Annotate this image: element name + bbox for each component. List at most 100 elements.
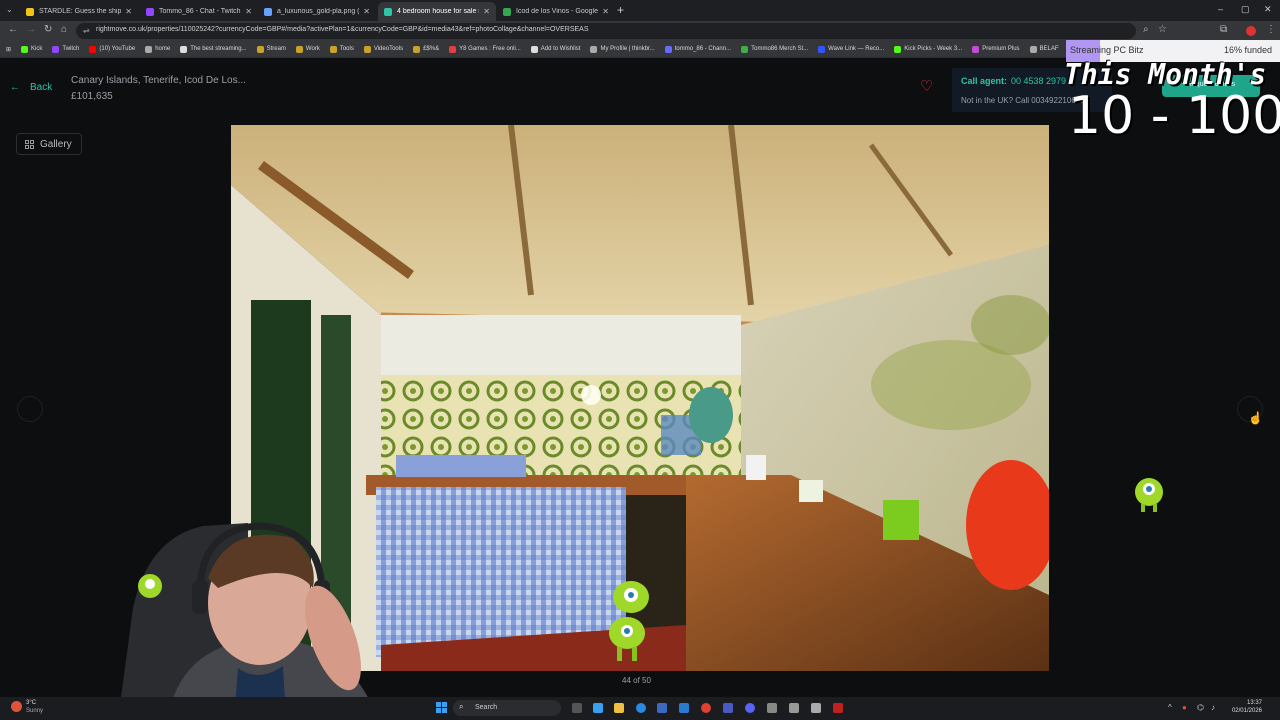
browser-tab[interactable]: 4 bedroom house for sale in Ca ✕ <box>378 2 496 21</box>
bookmark-label: Kick Picks - Week 3... <box>904 46 963 52</box>
task-view-icon[interactable] <box>572 703 582 713</box>
mascot-sticker <box>1132 474 1166 517</box>
browser-tab[interactable]: Icod de los Vinos - Google Ma ✕ <box>497 2 615 21</box>
weather-desc[interactable]: Sunny <box>26 708 43 714</box>
close-window-icon[interactable]: ✕ <box>1264 4 1272 15</box>
gallery-button[interactable]: Gallery <box>16 133 82 155</box>
bookmark-item[interactable]: (10) YouTube <box>89 45 136 53</box>
bookmark-icon <box>363 45 371 53</box>
previous-photo-button[interactable] <box>17 396 43 422</box>
funding-goal-percent: 16% funded <box>1224 45 1273 55</box>
bookmark-item[interactable]: VideoTools <box>363 45 403 53</box>
zoom-icon[interactable]: ⌕ <box>1143 24 1149 35</box>
funding-goal-label: Streaming PC Bitz <box>1070 45 1144 55</box>
minimize-icon[interactable]: – <box>1218 4 1223 14</box>
app-icon[interactable] <box>789 703 799 713</box>
bookmark-icon <box>329 45 337 53</box>
forward-nav-icon[interactable]: → <box>26 24 36 35</box>
browser-tab[interactable]: a_luxurious_gold-pla.png (960×✕ <box>258 2 376 21</box>
bookmark-item[interactable]: Premium Plus <box>972 45 1020 53</box>
bookmark-item[interactable]: Tools <box>329 45 354 53</box>
network-icon[interactable]: ⌬ <box>1197 703 1204 712</box>
edge-icon[interactable] <box>636 703 646 713</box>
site-info-icon[interactable]: ⇌ <box>83 26 90 35</box>
discord-icon[interactable] <box>745 703 755 713</box>
bookmark-item[interactable]: Kick Picks - Week 3... <box>894 45 963 53</box>
bookmark-item[interactable]: Tommo86 Merch St... <box>741 45 808 53</box>
apps-icon[interactable]: ⊞ <box>6 46 11 53</box>
clock-time[interactable]: 13:37 <box>1226 700 1262 706</box>
browser-tab[interactable]: Tommo_86 - Chat - Twitch ✕ <box>140 2 258 21</box>
bookmark-label: home <box>155 46 171 52</box>
tab-title: STARDLE: Guess the ship! <box>39 8 122 15</box>
bookmark-item[interactable]: The best streaming... <box>180 45 247 53</box>
tab-search-icon[interactable]: ⌄ <box>6 5 13 14</box>
bookmark-star-icon[interactable]: ☆ <box>1158 24 1167 35</box>
bookmark-item[interactable]: Add to Wishlist <box>530 45 580 53</box>
profile-avatar[interactable] <box>1246 26 1256 36</box>
bookmark-icon <box>741 45 749 53</box>
bookmark-item[interactable]: Work <box>295 45 320 53</box>
browser-menu-icon[interactable]: ⋮ <box>1266 24 1276 35</box>
extensions-icon[interactable]: ⧉ <box>1220 24 1227 35</box>
photo-counter: 44 of 50 <box>622 676 651 685</box>
tab-close-icon[interactable]: ✕ <box>245 7 252 16</box>
copilot-icon[interactable] <box>593 703 603 713</box>
tab-favicon-icon <box>264 7 272 16</box>
bookmark-label: Work <box>305 46 320 52</box>
tab-close-icon[interactable]: ✕ <box>483 7 490 16</box>
tab-title: a_luxurious_gold-pla.png (960× <box>277 8 360 15</box>
mail-icon[interactable] <box>679 703 689 713</box>
bookmark-label: tommo_86 - Chann... <box>674 46 732 52</box>
tab-favicon-icon <box>26 7 34 16</box>
windows-start-icon[interactable] <box>436 702 447 713</box>
new-tab-button[interactable]: + <box>617 3 624 17</box>
weather-icon[interactable] <box>11 701 22 712</box>
call-agent-number[interactable]: 00 4538 2979 <box>1011 76 1066 86</box>
tab-favicon-icon <box>146 7 154 16</box>
clock-date[interactable]: 02/01/2026 <box>1226 708 1262 714</box>
overlay-range: 10 - 100 <box>1068 86 1280 146</box>
chrome-icon[interactable] <box>701 703 711 713</box>
bookmark-label: (10) YouTube <box>99 46 136 52</box>
bookmark-item[interactable]: Kick <box>21 45 43 53</box>
home-icon[interactable]: ⌂ <box>61 24 67 35</box>
bookmark-item[interactable]: home <box>145 45 171 53</box>
bookmark-item[interactable]: £$%& <box>413 45 439 53</box>
weather-temp[interactable]: 3°C <box>26 700 36 706</box>
app-icon[interactable] <box>833 703 843 713</box>
app-icon[interactable] <box>723 703 733 713</box>
bookmark-item[interactable]: tommo_86 - Chann... <box>664 45 732 53</box>
tab-close-icon[interactable]: ✕ <box>125 7 132 16</box>
tray-app-icon[interactable]: ● <box>1182 703 1187 712</box>
bookmark-icon <box>89 45 97 53</box>
store-icon[interactable] <box>657 703 667 713</box>
address-bar[interactable]: rightmove.co.uk/properties/110025242?cur… <box>76 23 1136 39</box>
tray-chevron-icon[interactable]: ^ <box>1168 703 1172 712</box>
reload-icon[interactable]: ↻ <box>44 24 52 35</box>
bookmark-item[interactable]: Twitch <box>52 45 79 53</box>
app-icon[interactable] <box>811 703 821 713</box>
file-explorer-icon[interactable] <box>614 703 624 713</box>
maximize-icon[interactable]: ▢ <box>1241 4 1250 15</box>
browser-tab[interactable]: STARDLE: Guess the ship! ✕ <box>20 2 138 21</box>
obs-icon[interactable] <box>767 703 777 713</box>
bookmark-item[interactable]: Stream <box>256 45 286 53</box>
tab-close-icon[interactable]: ✕ <box>363 7 370 16</box>
volume-icon[interactable]: ♪ <box>1211 703 1215 712</box>
tab-close-icon[interactable]: ✕ <box>602 7 609 16</box>
bookmark-item[interactable]: My Profile | thinkbr... <box>590 45 655 53</box>
back-nav-icon[interactable]: ← <box>8 24 18 35</box>
bookmark-item[interactable]: Y8 Games : Free onli... <box>449 45 521 53</box>
heart-icon[interactable]: ♡ <box>920 77 933 95</box>
back-link[interactable]: ← Back <box>10 82 52 93</box>
bookmark-icon <box>972 45 980 53</box>
bookmark-icon <box>664 45 672 53</box>
taskbar-search-input[interactable]: Search <box>453 700 561 716</box>
bookmark-label: Kick <box>31 46 43 52</box>
listing-price: £101,635 <box>71 91 113 102</box>
bookmark-item[interactable]: BELAF <box>1029 45 1059 53</box>
grid-icon <box>25 139 34 149</box>
bookmark-item[interactable]: Wave Link — Reco... <box>818 45 884 53</box>
bookmark-label: My Profile | thinkbr... <box>600 46 655 52</box>
